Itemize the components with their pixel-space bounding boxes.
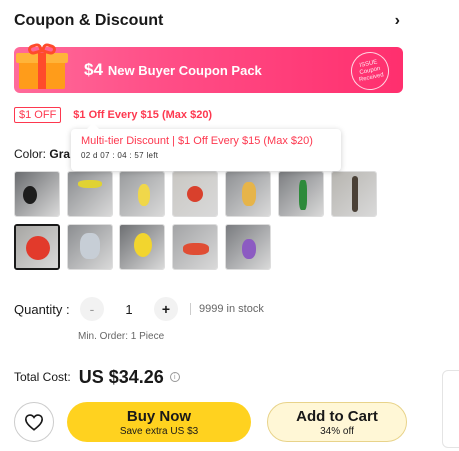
quantity-value[interactable]: 1	[104, 302, 154, 317]
coupon-received-stamp-icon: ISSUE Coupon Received	[347, 48, 393, 94]
quantity-label: Quantity :	[14, 301, 70, 317]
buy-now-label: Buy Now	[126, 407, 192, 425]
color-option-2[interactable]	[67, 171, 113, 217]
discount-row[interactable]: $1 OFF $1 Off Every $15 (Max $20)	[14, 105, 212, 125]
color-option-image	[15, 172, 59, 216]
color-option-9[interactable]	[67, 224, 113, 270]
side-panel-edge[interactable]	[442, 370, 459, 448]
quantity-increase-button[interactable]: +	[154, 297, 178, 321]
coupon-pack-label: New Buyer Coupon Pack	[107, 62, 262, 78]
color-option-image	[68, 172, 112, 216]
tooltip-countdown: 02 d 07 : 04 : 57 left	[81, 151, 159, 160]
color-option-8[interactable]	[14, 224, 60, 270]
color-option-6[interactable]	[278, 171, 324, 217]
coupon-amount: $4	[84, 60, 103, 79]
off-badge: $1 OFF	[14, 107, 62, 123]
add-to-cart-label: Add to Cart	[296, 407, 378, 425]
color-option-7[interactable]	[331, 171, 377, 217]
quantity-row: Quantity : - 1 + 9999 in stock	[14, 296, 264, 322]
product-item	[138, 184, 150, 206]
color-option-10[interactable]	[119, 224, 165, 270]
coupon-title: Coupon & Discount	[14, 12, 164, 29]
product-item	[242, 239, 256, 259]
color-option-5[interactable]	[225, 171, 271, 217]
discount-tooltip: Multi-tier Discount | $1 Off Every $15 (…	[71, 123, 341, 171]
product-item	[352, 176, 358, 212]
gift-box-icon	[14, 41, 70, 93]
total-label: Total Cost:	[14, 370, 71, 384]
total-value: US $34.26	[78, 366, 164, 387]
min-order: Min. Order: 1 Piece	[78, 331, 165, 342]
product-item	[242, 182, 256, 206]
color-option-3[interactable]	[119, 171, 165, 217]
color-option-4[interactable]	[172, 171, 218, 217]
color-option-1[interactable]	[14, 171, 60, 217]
total-row: Total Cost: US $34.26 i	[14, 366, 180, 388]
tooltip-title: Multi-tier Discount | $1 Off Every $15 (…	[81, 135, 313, 147]
color-value: Gra	[49, 147, 71, 161]
chevron-right-icon[interactable]: ›	[395, 12, 400, 30]
wishlist-button[interactable]	[14, 402, 54, 442]
product-item	[23, 186, 37, 204]
new-buyer-coupon-banner[interactable]: $4 New Buyer Coupon Pack ISSUE Coupon Re…	[14, 42, 403, 94]
color-option-11[interactable]	[172, 224, 218, 270]
color-label: Color: Gra	[14, 147, 71, 161]
buy-now-button[interactable]: Buy Now Save extra US $3	[67, 402, 251, 442]
product-item	[299, 180, 307, 210]
product-item	[26, 236, 50, 260]
product-item	[78, 180, 102, 188]
product-item	[80, 233, 100, 259]
action-bar: Buy Now Save extra US $3 Add to Cart 34%…	[14, 402, 407, 442]
color-option-12[interactable]	[225, 224, 271, 270]
product-item	[187, 186, 203, 202]
product-item	[134, 233, 152, 257]
add-to-cart-sub: 34% off	[320, 425, 354, 437]
add-to-cart-button[interactable]: Add to Cart 34% off	[267, 402, 407, 442]
stock-count: 9999 in stock	[190, 303, 264, 315]
buy-now-sub: Save extra US $3	[119, 425, 199, 437]
coupon-header[interactable]: Coupon & Discount ›	[14, 9, 404, 33]
quantity-decrease-button[interactable]: -	[80, 297, 104, 321]
discount-text[interactable]: $1 Off Every $15 (Max $20)	[73, 109, 212, 121]
product-item	[183, 243, 209, 255]
heart-icon	[24, 414, 44, 431]
info-icon[interactable]: i	[169, 372, 180, 382]
